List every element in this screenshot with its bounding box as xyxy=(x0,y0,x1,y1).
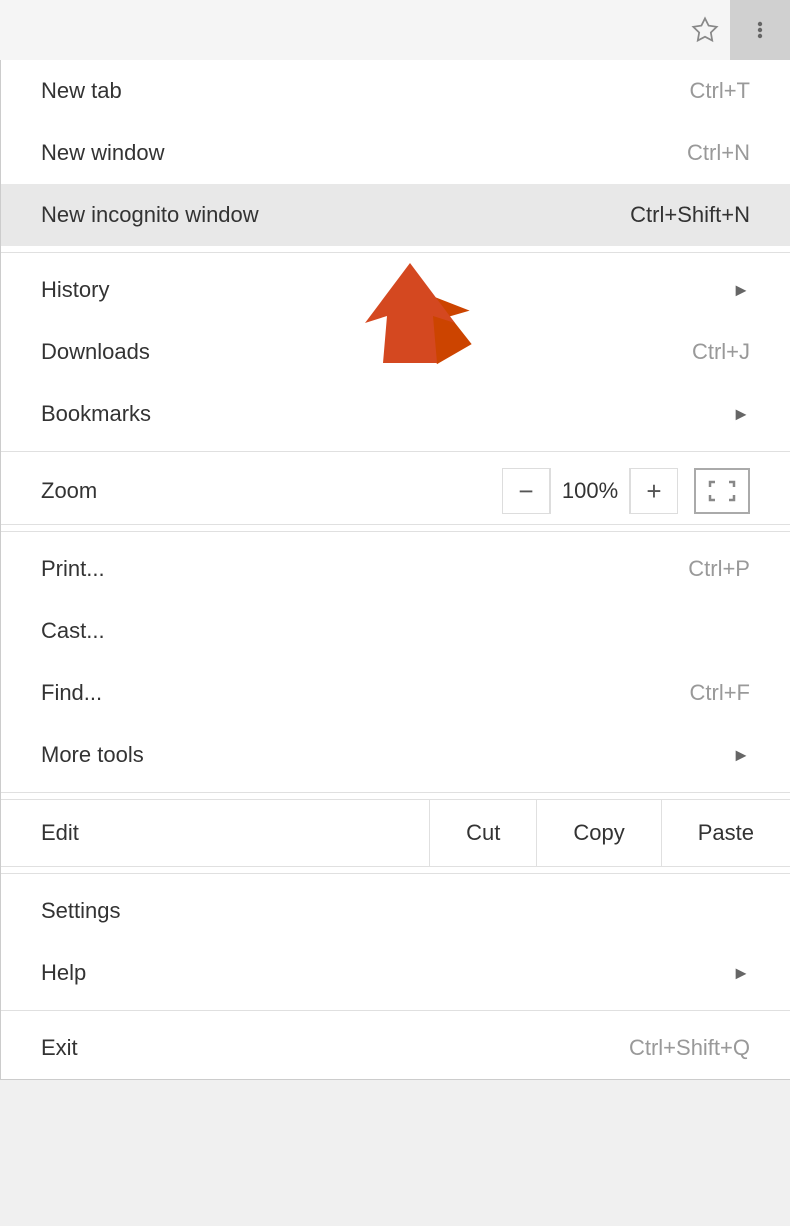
bookmarks-arrow-icon: ► xyxy=(732,404,750,425)
menu-item-history[interactable]: History ► xyxy=(1,259,790,321)
more-tools-arrow-icon: ► xyxy=(732,745,750,766)
menu-item-more-tools[interactable]: More tools ► xyxy=(1,724,790,786)
copy-button[interactable]: Copy xyxy=(537,800,661,866)
divider-6 xyxy=(1,1010,790,1011)
paste-button[interactable]: Paste xyxy=(662,800,790,866)
menu-item-find[interactable]: Find... Ctrl+F xyxy=(1,662,790,724)
menu-item-print[interactable]: Print... Ctrl+P xyxy=(1,538,790,600)
menu-item-bookmarks[interactable]: Bookmarks ► xyxy=(1,383,790,445)
divider-2 xyxy=(1,451,790,452)
divider-3 xyxy=(1,531,790,532)
zoom-level-display: 100% xyxy=(550,468,630,514)
menu-item-help[interactable]: Help ► xyxy=(1,942,790,1004)
menu-item-downloads[interactable]: Downloads Ctrl+J xyxy=(1,321,790,383)
zoom-in-button[interactable]: + xyxy=(630,468,678,514)
menu-item-new-window[interactable]: New window Ctrl+N xyxy=(1,122,790,184)
chrome-menu-button[interactable] xyxy=(730,0,790,60)
edit-row: Edit Cut Copy Paste xyxy=(1,799,790,867)
history-arrow-icon: ► xyxy=(732,280,750,301)
menu-item-settings[interactable]: Settings xyxy=(1,880,790,942)
top-bar xyxy=(0,0,790,60)
zoom-row: Zoom − 100% + xyxy=(1,458,790,525)
menu-item-cast[interactable]: Cast... xyxy=(1,600,790,662)
divider-1 xyxy=(1,252,790,253)
zoom-out-button[interactable]: − xyxy=(502,468,550,514)
menu-item-new-incognito[interactable]: New incognito window Ctrl+Shift+N xyxy=(1,184,790,246)
divider-5 xyxy=(1,873,790,874)
cut-button[interactable]: Cut xyxy=(430,800,537,866)
menu-item-exit[interactable]: Exit Ctrl+Shift+Q xyxy=(1,1017,790,1079)
bookmark-star-button[interactable] xyxy=(680,0,730,60)
help-arrow-icon: ► xyxy=(732,963,750,984)
fullscreen-button[interactable] xyxy=(694,468,750,514)
menu-item-new-tab[interactable]: New tab Ctrl+T xyxy=(1,60,790,122)
divider-4 xyxy=(1,792,790,793)
chrome-context-menu: New tab Ctrl+T New window Ctrl+N New inc… xyxy=(0,60,790,1080)
edit-actions: Cut Copy Paste xyxy=(429,800,790,866)
